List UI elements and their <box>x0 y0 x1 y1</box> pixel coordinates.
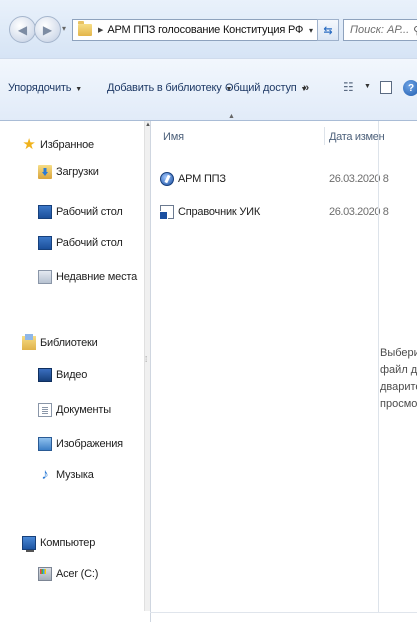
address-dropdown-icon[interactable]: ▾ <box>309 26 313 35</box>
add-to-library-button[interactable]: Добавить в библиотеку ▼ <box>107 82 232 94</box>
nav-favorites[interactable]: ★ Избранное <box>22 136 94 153</box>
add-to-library-label: Добавить в библиотеку <box>107 82 222 94</box>
nav-item-desktop[interactable]: Рабочий стол <box>38 205 123 219</box>
file-date: 26.03.2020 8 <box>329 173 389 185</box>
address-bar-row: ◀ ▶ ▾ ▶ АРМ ППЗ голосование Конституция … <box>0 0 417 58</box>
preview-pane-icon[interactable] <box>380 81 392 94</box>
details-pane-border <box>150 612 417 613</box>
recent-pages-dropdown[interactable]: ▾ <box>62 24 66 33</box>
breadcrumb[interactable]: АРМ ППЗ голосование Конституция РФ <box>107 24 303 36</box>
column-header-date[interactable]: Дата измен <box>329 131 385 143</box>
search-input[interactable]: Поиск: АР... ⚲ <box>343 19 417 41</box>
command-bar: Упорядочить ▼ Добавить в библиотеку ▼ Общи… <box>0 58 417 121</box>
refresh-icon: ⇆ <box>323 24 333 37</box>
nav-libraries[interactable]: Библиотеки <box>22 334 98 350</box>
file-row-uik-reference[interactable]: Справочник УИК 26.03.2020 8 <box>159 203 389 221</box>
breadcrumb-chevron-icon[interactable]: ▶ <box>98 26 103 34</box>
forward-button[interactable]: ▶ <box>34 16 61 43</box>
nav-computer[interactable]: Компьютер <box>22 536 96 552</box>
nav-item-label: Рабочий стол <box>56 237 123 249</box>
arrow-right-icon: ▶ <box>42 22 53 37</box>
nav-item-label: Недавние места <box>56 271 138 283</box>
nav-item-downloads[interactable]: Загрузки <box>38 165 99 179</box>
nav-libraries-label: Библиотеки <box>40 337 98 349</box>
star-icon: ★ <box>22 136 36 153</box>
preview-line: просмотр <box>380 398 417 410</box>
nav-item-label: Видео <box>56 369 88 381</box>
nav-item-label: Загрузки <box>56 166 99 178</box>
preview-line: дварительн <box>380 381 417 393</box>
share-button[interactable]: Общий доступ ▼ <box>225 82 307 94</box>
recent-places-icon <box>38 270 52 284</box>
pictures-library-icon <box>38 437 52 451</box>
documents-library-icon <box>38 403 52 417</box>
drive-icon <box>38 567 52 581</box>
view-options-chevron-icon[interactable]: ▼ <box>364 83 371 90</box>
sort-indicator-icon: ▲ <box>228 113 235 120</box>
downloads-folder-icon <box>38 165 52 179</box>
nav-item-label: Acer (C:) <box>56 568 99 580</box>
pane-resize-grip-icon[interactable]: ⁞ <box>145 356 147 364</box>
preview-line: файл для <box>380 364 417 376</box>
share-label: Общий доступ <box>225 82 297 94</box>
folder-icon <box>78 21 92 36</box>
nav-item-label: Изображения <box>56 438 123 450</box>
nav-item-drive-c[interactable]: Acer (C:) <box>38 567 98 581</box>
search-placeholder: Поиск: АР... <box>350 24 410 36</box>
search-icon[interactable]: ⚲ <box>413 24 417 37</box>
nav-item-recent-places[interactable]: Недавние места <box>38 270 137 284</box>
preview-pane-divider[interactable] <box>378 121 379 613</box>
back-button[interactable]: ◀ <box>9 16 36 43</box>
preview-pane-message: Выберит файл для дварительн просмотр <box>380 345 417 413</box>
column-divider[interactable] <box>324 127 325 145</box>
column-header-name[interactable]: Имя <box>163 131 184 143</box>
libraries-icon <box>22 334 36 350</box>
pane-divider[interactable] <box>150 121 151 622</box>
computer-icon <box>22 536 36 552</box>
video-library-icon <box>38 368 52 382</box>
nav-item-label: Рабочий стол <box>56 206 123 218</box>
arrow-left-icon: ◀ <box>17 22 28 37</box>
nav-item-images[interactable]: Изображения <box>38 437 123 451</box>
file-date: 26.03.2020 8 <box>329 206 389 218</box>
file-name: Справочник УИК <box>178 206 261 218</box>
file-name: АРМ ППЗ <box>178 173 226 185</box>
music-note-icon: ♪ <box>41 466 49 483</box>
chevron-down-icon: ▼ <box>75 86 82 93</box>
nav-favorites-label: Избранное <box>40 139 94 151</box>
nav-computer-label: Компьютер <box>40 537 96 549</box>
refresh-button[interactable]: ⇆ <box>317 19 339 41</box>
nav-item-desktop-2[interactable]: Рабочий стол <box>38 236 123 250</box>
desktop-icon <box>38 236 52 250</box>
change-view-icon[interactable]: ☷ <box>343 80 354 94</box>
nav-item-label: Музыка <box>56 469 94 481</box>
address-field[interactable]: ▶ АРМ ППЗ голосование Конституция РФ ▾ <box>72 19 336 41</box>
file-row-arm-ppz[interactable]: АРМ ППЗ 26.03.2020 8 <box>160 170 389 188</box>
organize-label: Упорядочить <box>8 82 72 94</box>
nav-item-documents[interactable]: Документы <box>38 403 111 417</box>
help-icon[interactable]: ? <box>403 80 417 96</box>
shortcut-icon <box>159 205 174 220</box>
organize-button[interactable]: Упорядочить ▼ <box>8 82 82 94</box>
application-icon <box>160 172 174 186</box>
more-commands-button[interactable]: » <box>303 82 309 94</box>
preview-line: Выберит <box>380 347 417 359</box>
desktop-icon <box>38 205 52 219</box>
nav-item-label: Документы <box>56 404 111 416</box>
nav-item-video[interactable]: Видео <box>38 368 87 382</box>
nav-item-music[interactable]: ♪ Музыка <box>38 466 94 483</box>
